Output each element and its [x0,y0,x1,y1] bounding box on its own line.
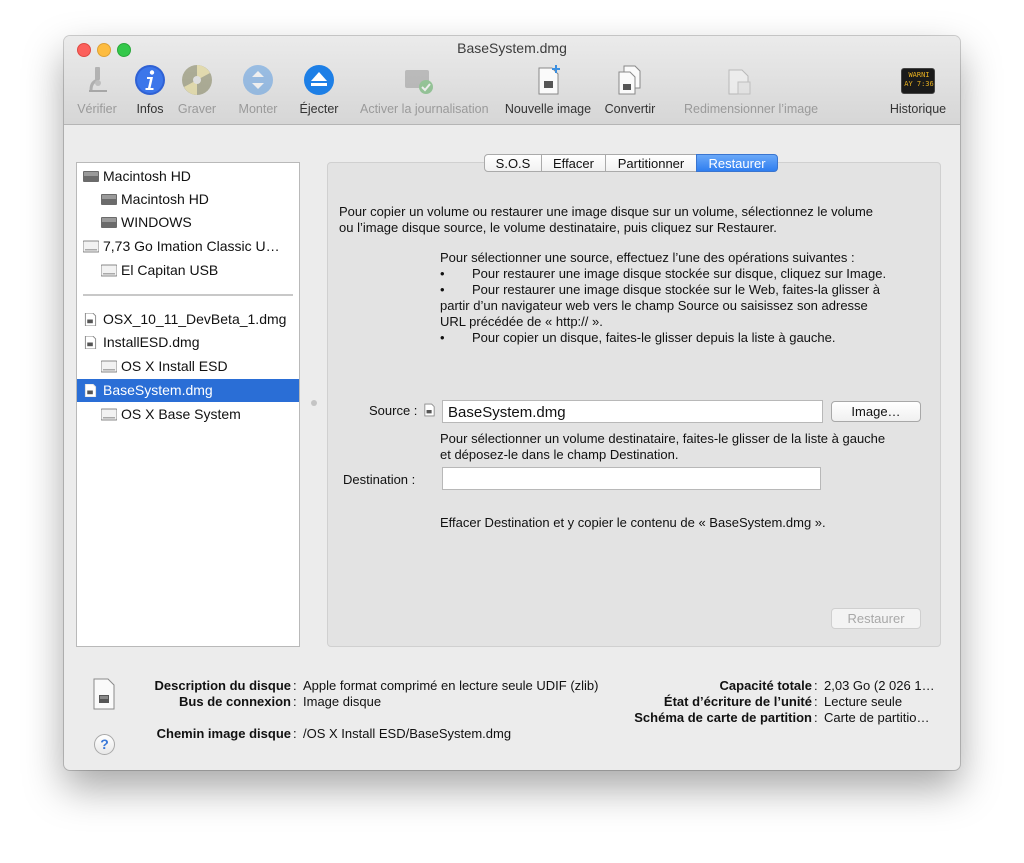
resize-image-tool[interactable]: Redimensionner l’image [684,64,818,120]
log-badge-line-2: AY 7:36 [904,80,934,88]
microscope-icon [89,67,107,92]
help-button[interactable]: ? [94,734,115,755]
tab-restore[interactable]: Restaurer [696,154,778,172]
write-status-label: État d’écriture de l’unité [663,694,812,709]
new-image-icon [538,65,560,95]
new-image-tool[interactable]: Nouvelle image [505,64,591,120]
sidebar-separator [83,294,293,297]
source-instructions: Pour sélectionner une source, effectuez … [440,250,855,265]
capacity-label: Capacité totale [719,678,812,693]
bullet-2-line-2: partir d’un navigateur web vers le champ… [440,298,868,313]
bullet-3-text: Pour copier un disque, faites-le glisser… [472,330,836,345]
external-disk-icon [101,264,117,277]
resize-image-icon [728,69,751,95]
sidebar-item-os-x-base-system[interactable]: OS X Base System [77,403,299,426]
tab-erase[interactable]: Effacer [541,154,606,172]
external-disk-icon [101,360,117,373]
titlebar-toolbar: BaseSystem.dmg Vérifier Infos Graver Mon… [64,36,960,125]
bullet-1-text: Pour restaurer une image disque stockée … [472,266,887,281]
description-value: Apple format comprimé en lecture seule U… [303,678,599,693]
path-separator: : [293,726,297,741]
convert-icon [618,65,641,95]
disk-utility-window: BaseSystem.dmg Vérifier Infos Graver Mon… [64,36,960,770]
window-title: BaseSystem.dmg [457,40,567,56]
external-disk-icon [83,240,99,253]
internal-disk-icon [101,217,117,228]
bus-value: Image disque [303,694,382,709]
dmg-file-icon [84,384,97,397]
disk-image-icon [93,678,115,710]
bullet-mark: • [440,330,445,345]
convert-tool[interactable]: Convertir [605,64,655,120]
log-tool[interactable]: WARNI AY 7:36 Historique [890,64,946,120]
bullet-mark: • [440,266,445,281]
capacity-value: 2,03 Go (2 026 1… [824,678,935,693]
description-label-row: Description du disque [154,678,291,693]
mount-icon [243,65,273,95]
description-separator: : [293,678,297,693]
source-field[interactable]: BaseSystem.dmg [442,400,823,423]
tab-sos[interactable]: S.O.S [484,154,542,172]
write-status-value: Lecture seule [824,694,903,709]
split-view-handle[interactable] [311,400,317,406]
destination-field[interactable] [442,467,821,490]
sidebar-item-macintosh-hd-disk[interactable]: Macintosh HD [77,165,299,188]
external-disk-icon [101,408,117,421]
destination-label: Destination : [343,472,416,487]
restore-summary: Effacer Destination et y copier le conte… [440,515,826,530]
restore-intro-line-1: Pour copier un volume ou restaurer une i… [339,204,874,219]
eject-tool[interactable]: Éjecter [300,64,338,120]
sidebar-item-osx-devbeta-dmg[interactable]: OSX_10_11_DevBeta_1.dmg [77,308,299,331]
write-status-label-row: État d’écriture de l’unité [664,694,812,709]
sidebar-item-imation-usb[interactable]: 7,73 Go Imation Classic U… [77,235,299,258]
tab-partition[interactable]: Partitionner [605,154,697,172]
partition-scheme-label-row: Schéma de carte de partition [634,710,812,725]
sidebar-item-windows[interactable]: WINDOWS [77,211,299,234]
internal-disk-icon [83,171,99,182]
path-label-row: Chemin image disque [157,726,291,741]
journaling-tool[interactable]: Activer la journalisation [360,64,489,120]
bus-separator: : [293,694,297,709]
bullet-mark: • [440,282,445,297]
dmg-file-icon [84,336,97,349]
sidebar-item-installesd-dmg[interactable]: InstallESD.dmg [77,331,299,354]
bullet-2-line-1: Pour restaurer une image disque stockée … [472,282,881,297]
dmg-file-icon [84,313,97,326]
path-label: Chemin image disque [156,726,291,741]
destination-hint-line-2: et déposez-le dans le champ Destination. [440,447,679,462]
capacity-label-row: Capacité totale [720,678,812,693]
destination-hint-line-1: Pour sélectionner un volume destinataire… [440,431,886,446]
sidebar-item-basesystem-dmg[interactable]: BaseSystem.dmg [77,379,299,402]
description-label: Description du disque [154,678,291,693]
bus-label: Bus de connexion [179,694,291,709]
internal-disk-icon [101,194,117,205]
disk-list-sidebar[interactable]: Macintosh HD Macintosh HD WINDOWS 7,73 G… [76,162,300,647]
log-badge-line-1: WARNI [908,71,930,79]
bus-label-row: Bus de connexion [179,694,291,709]
burn-icon [182,65,212,95]
image-button[interactable]: Image… [831,401,921,422]
sidebar-item-os-x-install-esd[interactable]: OS X Install ESD [77,355,299,378]
capacity-separator: : [814,678,818,693]
partition-scheme-label: Schéma de carte de partition [634,710,812,725]
info-icon [135,65,165,95]
dmg-file-icon [424,403,435,417]
sidebar-item-el-capitan-usb[interactable]: El Capitan USB [77,259,299,282]
journaling-icon [405,70,433,94]
sidebar-item-macintosh-hd-volume[interactable]: Macintosh HD [77,188,299,211]
restore-panel: S.O.S Effacer Partitionner Restaurer Pou… [327,154,941,647]
restore-intro-line-2: ou l’image disque source, le volume dest… [339,220,777,235]
partition-scheme-value: Carte de partitio… [824,710,930,725]
source-field-value: BaseSystem.dmg [448,404,566,421]
source-label: Source : [369,403,418,418]
eject-icon [304,65,334,95]
partition-scheme-separator: : [814,710,818,725]
write-status-separator: : [814,694,818,709]
bullet-2-line-3: URL précédée de « http:// ». [440,314,603,329]
restore-button[interactable]: Restaurer [831,608,921,629]
log-icon: WARNI AY 7:36 [901,68,935,94]
path-value: /OS X Install ESD/BaseSystem.dmg [303,726,512,741]
